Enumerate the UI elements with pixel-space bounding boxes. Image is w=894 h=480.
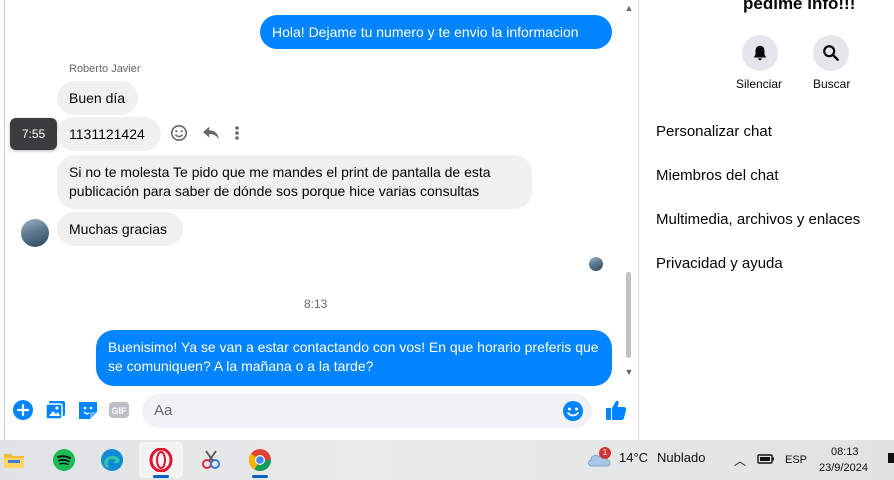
sticker-icon[interactable] [77, 399, 99, 421]
scroll-thumb[interactable] [626, 272, 631, 358]
clock-time[interactable]: 08:13 [831, 446, 859, 458]
more-options-icon[interactable] [234, 125, 240, 146]
reply-icon[interactable] [202, 125, 220, 146]
active-indicator [153, 475, 169, 478]
language-indicator[interactable]: ESP [785, 454, 807, 466]
message-incoming[interactable]: 1131121424 [57, 117, 161, 151]
gif-label: GIF [112, 406, 128, 416]
message-incoming[interactable]: Muchas gracias [57, 212, 183, 246]
folder-icon [4, 454, 24, 468]
gif-icon[interactable]: GIF [108, 399, 130, 421]
taskbar-chrome[interactable] [238, 442, 282, 478]
composer: GIF Aa [0, 388, 638, 434]
active-indicator [252, 475, 268, 478]
message-actions [170, 124, 240, 147]
message-outgoing[interactable]: Buenisimo! Ya se van a estar contactando… [96, 330, 612, 386]
weather-condition: Nublado [657, 450, 706, 465]
menu-item-privacy-help[interactable]: Privacidad y ayuda [656, 255, 783, 272]
panel-divider [638, 0, 639, 440]
mute-label: Silenciar [736, 77, 783, 91]
sender-name: Roberto Javier [69, 63, 141, 75]
scrollbar[interactable]: ▲ ▼ [624, 0, 634, 385]
message-input-placeholder: Aa [154, 402, 173, 419]
battery-icon[interactable] [757, 453, 775, 465]
taskbar-spotify[interactable] [42, 442, 86, 478]
message-outgoing[interactable]: Hola! Dejame tu numero y te envio la inf… [260, 15, 612, 49]
notification-icon[interactable] [888, 453, 894, 463]
taskbar-file-explorer[interactable] [0, 442, 36, 478]
bell-icon [753, 45, 767, 61]
message-input[interactable]: Aa [142, 394, 592, 428]
taskbar-app-drawing[interactable] [189, 442, 233, 478]
search-icon [823, 45, 839, 61]
mute-button[interactable] [742, 35, 778, 71]
emoji-icon[interactable] [562, 400, 584, 422]
snipping-icon [202, 450, 220, 469]
weather-temp: 14°C [619, 450, 649, 465]
sender-avatar[interactable] [21, 219, 49, 247]
chat-area: Hola! Dejame tu numero y te envio la inf… [0, 0, 638, 440]
search-button[interactable] [813, 35, 849, 71]
react-emoji-icon[interactable] [170, 124, 188, 147]
taskbar-edge[interactable] [90, 442, 134, 478]
menu-item-media-files-links[interactable]: Multimedia, archivos y enlaces [656, 211, 860, 228]
message-incoming[interactable]: Buen día [57, 81, 138, 115]
plus-icon[interactable] [12, 399, 34, 421]
taskbar-opera[interactable] [139, 442, 183, 478]
scroll-up-icon[interactable]: ▲ [624, 3, 634, 13]
image-icon[interactable] [45, 399, 67, 421]
like-icon[interactable] [604, 398, 627, 420]
chrome-icon [248, 449, 271, 471]
time-divider: 8:13 [304, 297, 328, 311]
seen-indicator-avatar [589, 257, 603, 271]
tray-chevron-up-icon[interactable]: ︿ [734, 452, 746, 469]
menu-item-chat-members[interactable]: Miembros del chat [656, 167, 779, 184]
search-label: Buscar [813, 77, 851, 91]
scroll-down-icon[interactable]: ▼ [624, 367, 634, 377]
opera-icon [149, 448, 173, 472]
edge-icon [101, 449, 123, 471]
weather-alert-badge: 1 [599, 447, 611, 459]
clock-date[interactable]: 23/9/2024 [819, 462, 868, 474]
timestamp-tooltip: 7:55 [10, 118, 57, 150]
menu-item-customize-chat[interactable]: Personalizar chat [656, 123, 772, 140]
conversation-title: pedime info!!! [743, 0, 856, 13]
spotify-icon [53, 449, 75, 471]
message-incoming[interactable]: Si no te molesta Te pido que me mandes e… [57, 155, 532, 209]
window-edge [4, 0, 5, 440]
